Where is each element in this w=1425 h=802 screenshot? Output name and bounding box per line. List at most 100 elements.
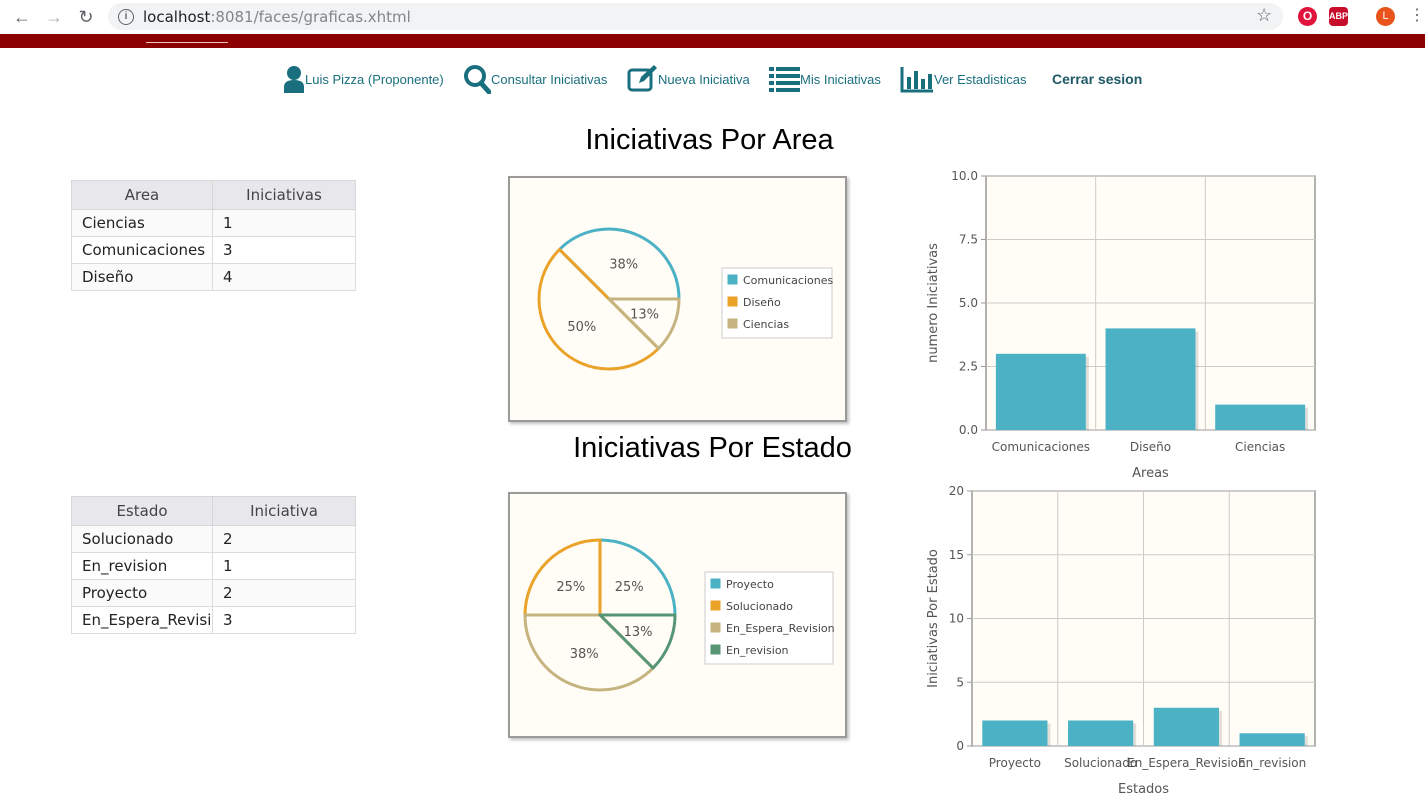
- estado-bar-chart[interactable]: 05101520Proyecto SolucionadoEn_Espera_Rev…: [920, 480, 1330, 798]
- table-row[interactable]: En_revision 1: [71, 552, 356, 580]
- menu-item-mis[interactable]: Mis Iniciativas: [769, 64, 881, 94]
- estadisticas-label: Ver Estadisticas: [934, 71, 1027, 87]
- forward-arrow-icon[interactable]: →: [44, 7, 64, 27]
- cell-count: 4: [212, 263, 356, 291]
- bar-proyecto[interactable]: [982, 720, 1048, 747]
- legend-label[interactable]: En_revision: [726, 644, 789, 657]
- y-tick-label: 20: [949, 484, 964, 498]
- area-pie-chart-frame: 38% 50% 13% Comunicaciones Diseño Ciencias: [508, 176, 847, 422]
- pie-slice-label: 25%: [556, 580, 585, 595]
- column-header[interactable]: Area: [71, 180, 213, 210]
- logout-link[interactable]: Cerrar sesion: [1052, 64, 1142, 94]
- pie-slice-label: 50%: [567, 320, 596, 335]
- y-axis-label: Iniciativas Por Estado: [926, 549, 941, 688]
- table-row[interactable]: En_Espera_Revisio 3: [71, 606, 356, 634]
- column-header[interactable]: Iniciativas: [212, 180, 356, 210]
- legend-swatch: [726, 317, 739, 330]
- legend-label[interactable]: Ciencias: [743, 318, 789, 331]
- browser-menu-icon[interactable]: ⋮: [1409, 6, 1425, 26]
- cell-estado: Solucionado: [71, 525, 213, 553]
- pie-slice-en_revision[interactable]: [598, 613, 677, 670]
- y-tick-label: 10: [949, 612, 964, 626]
- x-tick-label: En_Espera_Revision: [1127, 756, 1245, 770]
- bar-diseño[interactable]: [1105, 328, 1196, 430]
- site-logo[interactable]: [146, 34, 228, 43]
- menu-item-nueva[interactable]: Nueva Iniciativa: [627, 64, 750, 94]
- area-section-title: Iniciativas Por Area: [585, 124, 834, 156]
- x-tick-label: Comunicaciones: [992, 440, 1090, 454]
- area-table: Area Iniciativas Ciencias 1 Comunicacione…: [71, 180, 356, 291]
- y-tick-label: 7.5: [959, 233, 978, 247]
- legend-label[interactable]: En_Espera_Revision: [726, 622, 835, 635]
- bar-solucionado[interactable]: [1068, 720, 1134, 747]
- mis-label: Mis Iniciativas: [800, 71, 881, 87]
- legend-swatch: [709, 621, 722, 634]
- table-row[interactable]: Diseño 4: [71, 263, 356, 291]
- cell-count: 3: [212, 236, 356, 264]
- y-tick-label: 2.5: [959, 360, 978, 374]
- menu-item-consultar[interactable]: Consultar Iniciativas: [463, 64, 607, 94]
- pie-slice-label: 25%: [615, 580, 644, 595]
- menu-item-estadisticas[interactable]: Ver Estadisticas: [900, 64, 1027, 94]
- table-row[interactable]: Comunicaciones 3: [71, 236, 356, 264]
- column-header[interactable]: Iniciativa: [212, 496, 356, 526]
- pie-slice-proyecto[interactable]: [598, 538, 677, 617]
- profile-avatar[interactable]: L: [1376, 7, 1395, 26]
- bar-chart-icon: [900, 67, 933, 93]
- back-arrow-icon[interactable]: ←: [12, 7, 32, 27]
- pie-slice-label: 38%: [570, 647, 599, 662]
- bar-ciencias[interactable]: [1215, 404, 1306, 430]
- estado-table: Estado Iniciativa Solucionado 2 En_revisi…: [71, 496, 356, 634]
- table-header-row: Estado Iniciativa: [71, 496, 356, 526]
- bar-comunicaciones[interactable]: [995, 353, 1086, 430]
- cell-estado: Proyecto: [71, 579, 213, 607]
- area-pie-chart[interactable]: 38% 50% 13% Comunicaciones Diseño Ciencias: [510, 178, 845, 420]
- cell-area: Comunicaciones: [71, 236, 213, 264]
- info-icon[interactable]: i: [118, 9, 134, 25]
- estado-pie-chart-frame: 25% 25% 38% 13% Proyecto Solucionado En_Espera…: [508, 492, 847, 738]
- y-tick-label: 5: [956, 675, 964, 689]
- nueva-label: Nueva Iniciativa: [658, 71, 750, 87]
- legend-label[interactable]: Diseño: [743, 296, 781, 309]
- list-icon: [769, 67, 800, 92]
- cell-area: Diseño: [71, 263, 213, 291]
- legend-swatch: [726, 295, 739, 308]
- pie-slice-ciencias[interactable]: [607, 297, 681, 350]
- pie-slice-label: 38%: [609, 257, 638, 272]
- area-bar-chart[interactable]: 0.0 2.5 5.0 7.5 10.0 Comunicaciones Diseño Cien…: [920, 164, 1330, 484]
- reload-icon[interactable]: ↻: [76, 7, 96, 27]
- y-axis-label: numero Iniciativas: [926, 243, 941, 363]
- bar-en_revision[interactable]: [1239, 733, 1305, 746]
- menu-item-user[interactable]: Luis Pizza (Proponente): [283, 64, 444, 94]
- y-tick-label: 15: [949, 548, 964, 562]
- x-tick-label: Proyecto: [989, 756, 1041, 770]
- legend-label[interactable]: Proyecto: [726, 578, 774, 591]
- user-icon: [284, 66, 304, 93]
- user-label: Luis Pizza (Proponente): [305, 71, 444, 87]
- url-text[interactable]: localhost:8081/faces/graficas.xhtml: [143, 8, 411, 26]
- edit-icon: [627, 65, 657, 92]
- opera-extension-icon[interactable]: O: [1298, 7, 1317, 26]
- bookmark-star-icon[interactable]: ☆: [1256, 5, 1272, 26]
- table-row[interactable]: Proyecto 2: [71, 579, 356, 607]
- adblock-extension-icon[interactable]: ABP: [1329, 7, 1348, 26]
- consultar-label: Consultar Iniciativas: [491, 71, 608, 87]
- pie-slice-solucionado[interactable]: [523, 538, 602, 617]
- legend-swatch: [709, 643, 722, 656]
- table-row[interactable]: Ciencias 1: [71, 209, 356, 237]
- bar-en_espera_revision[interactable]: [1153, 707, 1219, 746]
- table-row[interactable]: Solucionado 2: [71, 525, 356, 553]
- cell-count: 2: [212, 579, 356, 607]
- y-tick-label: 10.0: [951, 169, 978, 183]
- legend-swatch: [709, 599, 722, 612]
- legend-label[interactable]: Comunicaciones: [743, 274, 833, 287]
- table-header-row: Area Iniciativas: [71, 180, 356, 210]
- x-axis-label: Estados: [1118, 782, 1169, 797]
- cell-estado: En_revision: [71, 552, 213, 580]
- column-header[interactable]: Estado: [71, 496, 213, 526]
- legend-swatch: [726, 273, 739, 286]
- legend-label[interactable]: Solucionado: [726, 600, 793, 613]
- cell-count: 2: [212, 525, 356, 553]
- pie-slice-label: 13%: [630, 308, 659, 323]
- estado-pie-chart[interactable]: 25% 25% 38% 13% Proyecto Solucionado En_Espera…: [510, 494, 845, 736]
